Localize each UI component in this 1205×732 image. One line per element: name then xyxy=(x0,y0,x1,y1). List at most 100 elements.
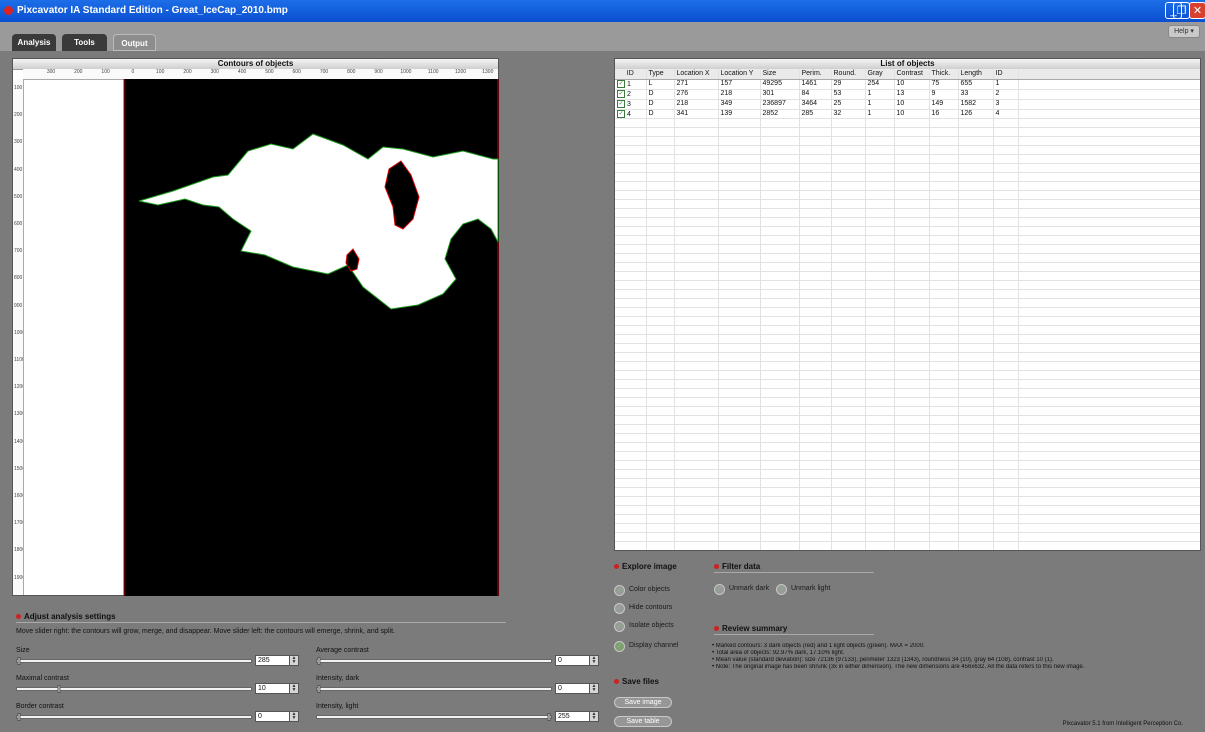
border-contrast-slider[interactable] xyxy=(16,713,252,721)
save-table-button[interactable]: Save table xyxy=(614,716,672,727)
table-cell xyxy=(894,361,930,372)
border-contrast-slider-thumb[interactable] xyxy=(17,713,21,721)
save-image-button[interactable]: Save image xyxy=(614,697,672,708)
avg-contrast-slider[interactable] xyxy=(316,657,552,665)
toggle-ring-icon: ✓ xyxy=(614,585,625,596)
table-cell xyxy=(865,334,895,345)
table-row[interactable]: ✓ 3 D 218 349 236897 3464 25 1 10 149 1582 3 xyxy=(615,99,1200,110)
table-cell xyxy=(760,226,800,237)
column-header[interactable]: Round. xyxy=(831,69,866,80)
table-cell xyxy=(865,226,895,237)
row-checkbox[interactable]: ✓ xyxy=(617,80,625,88)
column-header[interactable]: Size xyxy=(760,69,800,80)
size-slider-thumb[interactable] xyxy=(17,657,21,665)
close-button[interactable]: ✕ xyxy=(1189,2,1205,19)
column-header[interactable]: Thick. xyxy=(929,69,959,80)
intensity-light-slider-thumb[interactable] xyxy=(547,713,551,721)
row-checkbox[interactable]: ✓ xyxy=(617,99,625,108)
maximize-button[interactable]: ❐ xyxy=(1173,2,1190,19)
size-spinner[interactable]: ▲ ▼ xyxy=(289,655,299,666)
toggle-ring-icon: ✓ xyxy=(776,584,787,595)
table-cell xyxy=(760,343,800,354)
table-cell xyxy=(799,172,832,183)
table-cell xyxy=(674,514,719,525)
cell-value: 1 xyxy=(995,80,1000,88)
intensity-dark-slider-thumb[interactable] xyxy=(317,685,321,693)
table-row xyxy=(615,514,1200,525)
table-row xyxy=(615,136,1200,147)
table-cell: 3 xyxy=(993,99,1019,110)
table-cell xyxy=(993,118,1019,129)
column-header[interactable]: Length xyxy=(958,69,994,80)
table-cell xyxy=(646,361,675,372)
table-cell xyxy=(831,154,866,165)
contour-image[interactable] xyxy=(23,79,499,596)
column-header[interactable]: Type xyxy=(646,69,675,80)
column-header[interactable]: Location X xyxy=(674,69,719,80)
table-row[interactable]: ✓ 4 D 341 139 2852 285 32 1 10 16 126 4 xyxy=(615,109,1200,120)
table-cell: 285 xyxy=(799,109,832,120)
intensity-light-spinner[interactable]: ▲ ▼ xyxy=(589,711,599,722)
intensity-light-slider[interactable] xyxy=(316,713,552,721)
review-summary-text: • Marked contours: 3 dark objects (red) … xyxy=(712,643,1192,671)
intensity-dark-spinner[interactable]: ▲ ▼ xyxy=(589,683,599,694)
table-cell xyxy=(799,532,832,543)
column-header[interactable]: Location Y xyxy=(718,69,761,80)
column-header[interactable]: Gray xyxy=(865,69,895,80)
table-cell xyxy=(958,496,994,507)
row-checkbox[interactable]: ✓ xyxy=(617,109,625,118)
table-cell xyxy=(799,478,832,489)
objects-list-panel: List of objects ID Type Location X Location… xyxy=(614,58,1201,551)
table-cell xyxy=(958,307,994,318)
size-slider[interactable] xyxy=(16,657,252,665)
avg-contrast-spinner[interactable]: ▲ ▼ xyxy=(589,655,599,666)
table-row[interactable]: ✓ 2 D 276 218 301 84 53 1 13 9 33 2 xyxy=(615,89,1200,100)
table-cell xyxy=(646,208,675,219)
table-cell xyxy=(646,370,675,381)
table-cell xyxy=(894,235,930,246)
table-cell xyxy=(865,379,895,390)
table-row xyxy=(615,154,1200,165)
table-cell: 2852 xyxy=(760,109,800,120)
tab-output[interactable]: Output xyxy=(113,34,156,51)
table-cell xyxy=(646,136,675,147)
tab-analysis[interactable]: Analysis xyxy=(12,34,56,51)
cell-value: 16 xyxy=(931,109,940,117)
title-bar: Pixcavator IA Standard Edition - Great_I… xyxy=(0,0,1205,22)
table-cell xyxy=(831,325,866,336)
table-cell xyxy=(865,154,895,165)
column-header[interactable]: ID xyxy=(615,69,647,80)
table-row[interactable]: ✓ 1 L 271 157 49295 1461 29 254 10 75 655 1 xyxy=(615,79,1200,90)
summary-line: • Note: The original image has been shru… xyxy=(712,664,1085,670)
cell-value: 276 xyxy=(676,90,689,98)
help-menu[interactable]: Help ▾ xyxy=(1168,25,1200,38)
ruler-tick-label: 1000 xyxy=(400,69,412,75)
column-header[interactable]: ID xyxy=(993,69,1019,80)
column-header[interactable]: Contrast xyxy=(894,69,930,80)
column-header[interactable]: Perim. xyxy=(799,69,832,80)
max-contrast-spinner[interactable]: ▲ ▼ xyxy=(289,683,299,694)
table-cell xyxy=(674,145,719,156)
table-cell xyxy=(615,424,647,435)
explore-image-title: Explore image xyxy=(622,562,677,571)
intensity-dark-slider[interactable] xyxy=(316,685,552,693)
divider xyxy=(714,572,874,573)
table-row xyxy=(615,253,1200,264)
max-contrast-slider-thumb[interactable] xyxy=(57,685,61,693)
border-contrast-spinner[interactable]: ▲ ▼ xyxy=(289,711,299,722)
table-cell xyxy=(831,415,866,426)
table-cell xyxy=(958,199,994,210)
table-row xyxy=(615,316,1200,327)
row-checkbox[interactable]: ✓ xyxy=(617,89,625,98)
table-cell xyxy=(799,163,832,174)
table-cell xyxy=(615,271,647,282)
table-cell xyxy=(1018,208,1200,219)
max-contrast-slider[interactable] xyxy=(16,685,252,693)
table-cell xyxy=(958,163,994,174)
cell-value: D xyxy=(648,109,654,117)
table-cell xyxy=(646,505,675,516)
table-cell xyxy=(615,280,647,291)
tab-tools[interactable]: Tools xyxy=(62,34,107,51)
table-cell xyxy=(958,478,994,489)
avg-contrast-slider-thumb[interactable] xyxy=(317,657,321,665)
